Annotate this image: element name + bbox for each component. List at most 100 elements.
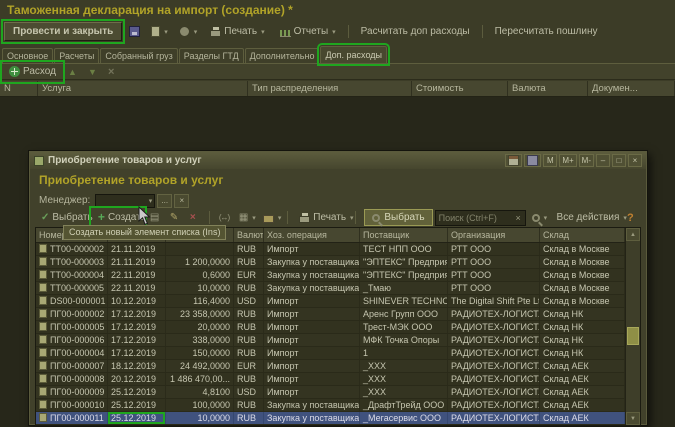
cell-warehouse[interactable]: Склад в Москве — [540, 282, 625, 294]
cell-number[interactable]: ПГ00-000007 — [36, 360, 108, 372]
modal-titlebar[interactable]: Приобретение товаров и услуг М М+ М- – □… — [30, 152, 646, 169]
cell-supplier[interactable]: "ЭПТЕКС" Предприят... — [360, 256, 448, 268]
cell-supplier[interactable]: _ХХХ — [360, 373, 448, 385]
cell-date[interactable]: 17.12.2019 — [108, 308, 166, 320]
edit-button[interactable]: ✎ — [166, 209, 184, 227]
minimize-button[interactable]: – — [596, 154, 610, 167]
maximize-button[interactable]: □ — [612, 154, 626, 167]
cell-supplier[interactable]: "ЭПТЕКС" Предприят... — [360, 269, 448, 281]
cell-currency[interactable]: RUB — [234, 334, 264, 346]
close-button[interactable]: × — [628, 154, 642, 167]
cell-amount[interactable]: 150,0000 — [166, 347, 234, 359]
move-up-button[interactable]: ▲ — [64, 63, 82, 81]
cell-number[interactable]: ПГ00-000004 — [36, 347, 108, 359]
cell-warehouse[interactable]: Склад АЕК — [540, 386, 625, 398]
cell-organization[interactable]: РАДИОТЕХ-ЛОГИСТ... — [448, 308, 540, 320]
cell-amount[interactable]: 24 492,0000 — [166, 360, 234, 372]
cell-warehouse[interactable]: Склад в Москве — [540, 295, 625, 307]
tab-dopolnitelno[interactable]: Дополнительно — [245, 48, 320, 63]
cell-organization[interactable]: РАДИОТЕХ-ЛОГИСТ... — [448, 386, 540, 398]
cell-currency[interactable]: RUB — [234, 373, 264, 385]
cell-operation[interactable]: Импорт — [264, 386, 360, 398]
cell-date[interactable]: 25.12.2019 — [108, 412, 166, 424]
cell-warehouse[interactable]: Склад в Москве — [540, 269, 625, 281]
cell-organization[interactable]: РАДИОТЕХ-ЛОГИСТ... — [448, 334, 540, 346]
cell-operation[interactable]: Импорт — [264, 334, 360, 346]
cell-amount[interactable]: 100,0000 — [166, 399, 234, 411]
choose-button[interactable]: Выбрать — [364, 209, 432, 226]
tab-raschety[interactable]: Расчеты — [54, 48, 99, 63]
set-interval-button[interactable]: (↔) — [215, 209, 233, 227]
cell-organization[interactable]: The Digital Shift Pte Ltd — [448, 295, 540, 307]
column-header-warehouse[interactable]: Склад — [540, 228, 625, 242]
list-settings-button[interactable]: ▦▾ — [235, 209, 257, 227]
cell-supplier[interactable]: _ДрафтТрейд ООО — [360, 399, 448, 411]
tab-sobranny-gruz[interactable]: Собранный груз — [100, 48, 177, 63]
reports-button[interactable]: Отчеты▾ — [274, 23, 342, 41]
move-down-button[interactable]: ▼ — [84, 63, 102, 81]
column-header-currency[interactable]: Валюта — [508, 81, 588, 96]
cell-operation[interactable]: Импорт — [264, 295, 360, 307]
cell-amount[interactable]: 20,0000 — [166, 321, 234, 333]
cell-supplier[interactable]: Трест-МЭК ООО — [360, 321, 448, 333]
cell-warehouse[interactable]: Склад АЕК — [540, 412, 625, 424]
cell-number[interactable]: ПГ00-000011 — [36, 412, 108, 424]
cell-supplier[interactable]: ТЕСТ НПП ООО — [360, 243, 448, 255]
tab-dop-rashody[interactable]: Доп. расходы — [320, 46, 387, 63]
table-row[interactable]: ТТ00-00000321.11.20191 200,0000RUBЗакупк… — [36, 256, 625, 269]
cell-organization[interactable]: РТТ ООО — [448, 282, 540, 294]
cell-supplier[interactable]: _ХХХ — [360, 386, 448, 398]
table-row[interactable]: DS00-00000110.12.2019116,4000USDИмпортSH… — [36, 295, 625, 308]
cell-number[interactable]: ПГ00-000010 — [36, 399, 108, 411]
manager-browse-button[interactable]: ... — [157, 194, 172, 208]
scroll-down-arrow[interactable]: ▼ — [626, 412, 640, 425]
calc-additional-expenses-button[interactable]: Расчитать доп расходы — [355, 23, 476, 41]
column-header-supplier[interactable]: Поставщик — [360, 228, 448, 242]
cell-amount[interactable]: 1 200,0000 — [166, 256, 234, 268]
table-row[interactable]: ТТ00-00000221.11.2019RUBИмпортТЕСТ НПП О… — [36, 243, 625, 256]
cell-warehouse[interactable]: Склад в Москве — [540, 243, 625, 255]
cell-supplier[interactable]: _ХХХ — [360, 360, 448, 372]
column-header-distribution-type[interactable]: Тип распределения — [248, 81, 412, 96]
cell-number[interactable]: ПГ00-000009 — [36, 386, 108, 398]
column-header-organization[interactable]: Организация — [448, 228, 540, 242]
cell-amount[interactable]: 0,6000 — [166, 269, 234, 281]
cell-amount[interactable]: 1 486 470,00... — [166, 373, 234, 385]
cell-supplier[interactable]: МФК Точка Опоры — [360, 334, 448, 346]
table-row[interactable]: ПГ00-00001125.12.201910,0000RUBЗакупка у… — [36, 412, 625, 425]
memory-button-m[interactable]: М — [543, 154, 557, 167]
cell-amount[interactable]: 338,0000 — [166, 334, 234, 346]
cell-date[interactable]: 17.12.2019 — [108, 334, 166, 346]
column-header-currency[interactable]: Валюта — [234, 228, 264, 242]
tab-razdely-gtd[interactable]: Разделы ГТД — [179, 48, 244, 63]
cell-number[interactable]: ТТ00-000002 — [36, 243, 108, 255]
cell-date[interactable]: 17.12.2019 — [108, 347, 166, 359]
search-options-button[interactable]: ▾ — [528, 209, 549, 227]
cell-number[interactable]: ПГ00-000008 — [36, 373, 108, 385]
cell-currency[interactable]: USD — [234, 295, 264, 307]
cell-currency[interactable]: EUR — [234, 269, 264, 281]
cell-operation[interactable]: Закупка у поставщика — [264, 256, 360, 268]
table-row[interactable]: ПГ00-00000925.12.20194,8100USDИмпорт_ХХХ… — [36, 386, 625, 399]
cell-organization[interactable]: РАДИОТЕХ-ЛОГИСТ... — [448, 399, 540, 411]
cell-date[interactable]: 25.12.2019 — [108, 399, 166, 411]
cell-currency[interactable]: RUB — [234, 282, 264, 294]
cell-number[interactable]: ТТ00-000004 — [36, 269, 108, 281]
cell-number[interactable]: ПГ00-000005 — [36, 321, 108, 333]
cell-organization[interactable]: РАДИОТЕХ-ЛОГИСТ... — [448, 360, 540, 372]
cell-organization[interactable]: РАДИОТЕХ-ЛОГИСТ... — [448, 412, 540, 424]
vertical-scrollbar[interactable]: ▲ ▼ — [625, 228, 640, 425]
cell-date[interactable]: 22.11.2019 — [108, 269, 166, 281]
table-row[interactable]: ПГ00-00000517.12.201920,0000RUBИмпортТре… — [36, 321, 625, 334]
cell-warehouse[interactable]: Склад НК — [540, 347, 625, 359]
cell-currency[interactable]: USD — [234, 386, 264, 398]
save-button[interactable] — [125, 23, 144, 41]
cell-number[interactable]: ПГ00-000002 — [36, 308, 108, 320]
cell-operation[interactable]: Импорт — [264, 347, 360, 359]
table-row[interactable]: ПГ00-00000217.12.201923 358,0000RUBИмпор… — [36, 308, 625, 321]
cell-supplier[interactable]: _Тмаю — [360, 282, 448, 294]
cell-operation[interactable]: Закупка у поставщика — [264, 412, 360, 424]
select-button[interactable]: ✓Выбрать — [35, 209, 90, 227]
cell-currency[interactable]: RUB — [234, 399, 264, 411]
table-row[interactable]: ПГ00-00000617.12.2019338,0000RUBИмпортМФ… — [36, 334, 625, 347]
